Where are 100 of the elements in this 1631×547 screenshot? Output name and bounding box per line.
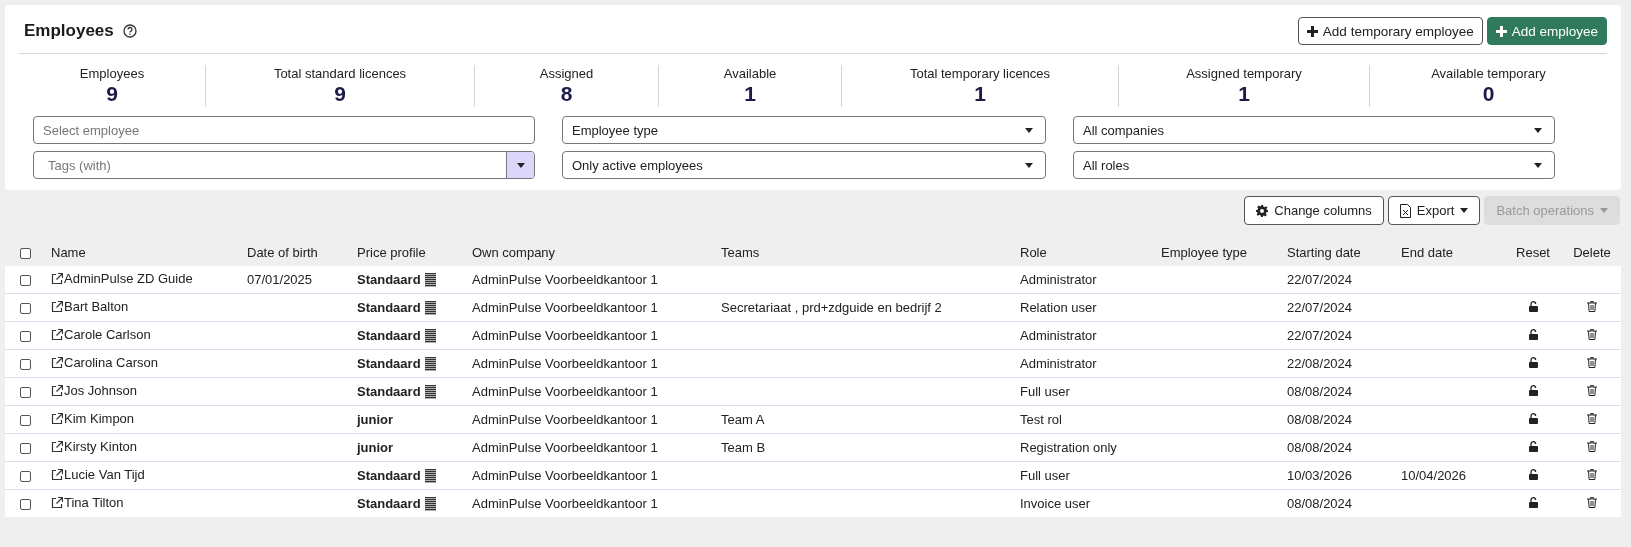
table-cell: 22/07/2024 — [1287, 328, 1353, 343]
stack-icon — [424, 328, 436, 343]
table-cell: Team B — [721, 440, 766, 455]
trash-icon[interactable] — [1587, 413, 1597, 424]
price-profile-text: Standaard — [357, 356, 421, 371]
unlock-icon[interactable] — [1528, 357, 1538, 368]
tags-field[interactable]: Tags (with) — [33, 151, 535, 179]
trash-icon[interactable] — [1587, 385, 1597, 396]
trash-icon[interactable] — [1587, 497, 1597, 508]
gear-icon — [1256, 204, 1269, 217]
trash-icon[interactable] — [1587, 301, 1597, 312]
table-cell: AdminPulse Voorbeeldkantoor 1 — [472, 328, 658, 343]
row-checkbox[interactable] — [19, 415, 31, 427]
unlock-icon[interactable] — [1528, 329, 1538, 340]
add-temporary-employee-button[interactable]: Add temporary employee — [1297, 17, 1483, 45]
select-all-checkbox[interactable] — [19, 247, 31, 259]
row-checkbox[interactable] — [19, 275, 31, 287]
row-checkbox[interactable] — [19, 499, 31, 511]
stat-value: 0 — [1482, 82, 1495, 106]
external-link-icon[interactable] — [51, 440, 63, 453]
column-header[interactable]: Starting date — [1287, 244, 1361, 260]
row-checkbox[interactable] — [19, 331, 31, 343]
column-header[interactable]: Name — [51, 244, 86, 260]
column-header[interactable]: Reset — [1516, 244, 1550, 260]
table-cell: 08/08/2024 — [1287, 384, 1353, 399]
table-cell: 22/07/2024 — [1287, 272, 1353, 287]
table-cell: Administrator — [1020, 272, 1097, 287]
table-cell: 08/08/2024 — [1287, 496, 1353, 511]
unlock-icon[interactable] — [1528, 301, 1538, 312]
stat-label: Employees — [79, 66, 145, 81]
external-link-icon[interactable] — [51, 356, 63, 369]
column-header[interactable]: Price profile — [357, 244, 426, 260]
employee-name-link[interactable]: Bart Balton — [64, 299, 129, 315]
stat-value: 9 — [334, 82, 346, 106]
column-header[interactable]: Teams — [721, 244, 760, 260]
table-cell: Relation user — [1020, 300, 1097, 315]
columns-button[interactable]: Change columns — [1244, 196, 1384, 225]
stat-value: 8 — [560, 82, 573, 106]
dropdown[interactable]: All companies — [1073, 116, 1555, 144]
external-link-icon[interactable] — [51, 468, 63, 481]
spreadsheet-file-icon — [1399, 203, 1411, 218]
stat-label: Available — [723, 66, 777, 81]
stack-icon — [424, 496, 436, 511]
row-checkbox[interactable] — [19, 303, 31, 315]
plus-icon — [1306, 25, 1318, 37]
price-profile-text: junior — [357, 440, 394, 455]
column-header[interactable]: End date — [1401, 244, 1454, 260]
external-link-icon[interactable] — [51, 328, 63, 341]
column-header[interactable]: Date of birth — [247, 244, 318, 260]
employee-name-link[interactable]: Tina Tilton — [64, 495, 124, 511]
caret-icon — [1600, 208, 1608, 213]
table-cell: AdminPulse Voorbeeldkantoor 1 — [472, 440, 658, 455]
unlock-icon[interactable] — [1528, 469, 1538, 480]
help-icon[interactable] — [122, 24, 137, 38]
external-link-icon[interactable] — [51, 300, 63, 313]
external-link-icon[interactable] — [51, 496, 63, 509]
table-cell: Team A — [721, 412, 765, 427]
column-header[interactable]: Own company — [472, 244, 556, 260]
unlock-icon[interactable] — [1528, 385, 1538, 396]
caret-icon — [1534, 127, 1542, 133]
table-cell: Administrator — [1020, 328, 1097, 343]
table-cell: AdminPulse Voorbeeldkantoor 1 — [472, 496, 658, 511]
table-cell: AdminPulse Voorbeeldkantoor 1 — [472, 384, 658, 399]
trash-icon[interactable] — [1587, 441, 1597, 452]
external-link-icon[interactable] — [51, 412, 63, 425]
dropdown[interactable]: Employee type — [562, 116, 1046, 144]
row-checkbox[interactable] — [19, 359, 31, 371]
price-profile-text: Standaard — [357, 272, 421, 287]
stat-label: Assigned temporary — [1186, 66, 1302, 81]
row-checkbox[interactable] — [19, 443, 31, 455]
unlock-icon[interactable] — [1528, 413, 1538, 424]
table-cell: 08/08/2024 — [1287, 412, 1353, 427]
caret-icon — [516, 162, 525, 168]
stack-icon — [424, 272, 436, 287]
column-header[interactable]: Delete — [1573, 244, 1611, 260]
trash-icon[interactable] — [1587, 329, 1597, 340]
table-cell: AdminPulse Voorbeeldkantoor 1 — [472, 468, 658, 483]
add-employee-button[interactable]: Add employee — [1486, 17, 1607, 45]
column-header[interactable]: Role — [1020, 244, 1047, 260]
row-checkbox[interactable] — [19, 387, 31, 399]
trash-icon[interactable] — [1587, 357, 1597, 368]
table-cell: Administrator — [1020, 356, 1097, 371]
external-link-icon[interactable] — [51, 272, 63, 285]
stat-label: Assigned — [539, 66, 594, 81]
table-cell: Full user — [1020, 384, 1070, 399]
column-header[interactable]: Employee type — [1161, 244, 1247, 260]
stat-value: 1 — [1238, 82, 1250, 106]
unlock-icon[interactable] — [1528, 497, 1538, 508]
employee-search-field[interactable]: Select employee — [33, 116, 535, 144]
external-link-icon[interactable] — [51, 384, 63, 397]
trash-icon[interactable] — [1587, 469, 1597, 480]
unlock-icon[interactable] — [1528, 441, 1538, 452]
export-button[interactable]: Export — [1387, 196, 1481, 225]
dropdown[interactable]: All roles — [1073, 151, 1555, 179]
dropdown[interactable]: Only active employees — [562, 151, 1046, 179]
table-cell: AdminPulse Voorbeeldkantoor 1 — [472, 272, 658, 287]
table-cell: Registration only — [1020, 440, 1117, 455]
price-profile-text: Standaard — [357, 300, 421, 315]
employee-name-link[interactable]: Kim Kimpon — [64, 411, 135, 427]
row-checkbox[interactable] — [19, 471, 31, 483]
